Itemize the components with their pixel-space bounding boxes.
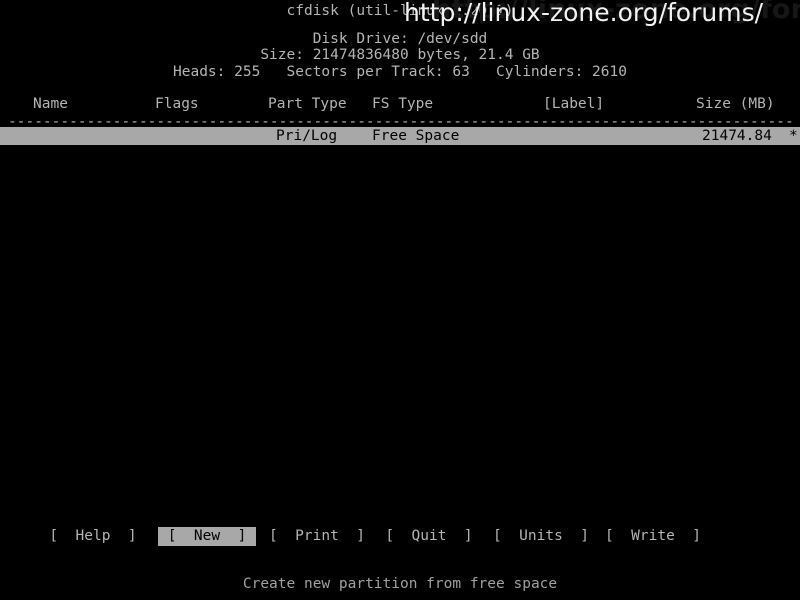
partition-more-marker: * bbox=[789, 128, 798, 144]
button-new[interactable]: [ New ] bbox=[158, 527, 256, 546]
partition-cell-size-mb: 21474.84 bbox=[702, 128, 772, 144]
button-label: Quit bbox=[411, 528, 447, 544]
status-help-text: Create new partition from free space bbox=[242, 576, 558, 592]
partition-cell-fs-type: Free Space bbox=[372, 128, 460, 144]
bracket-open: [ bbox=[268, 528, 278, 544]
bracket-close: ] bbox=[356, 528, 366, 544]
button-write[interactable]: [ Write ] bbox=[604, 527, 702, 546]
bracket-close: ] bbox=[692, 528, 702, 544]
column-header-name: Name bbox=[33, 96, 68, 112]
cfdisk-terminal-screen: cfdisk (util-linux 2.20.1) Disk Drive: /… bbox=[0, 0, 800, 600]
bracket-open: [ bbox=[167, 528, 177, 544]
disk-size-line: Size: 21474836480 bytes, 21.4 GB bbox=[260, 47, 540, 63]
partition-table-body: Pri/Log Free Space 21474.84 * bbox=[0, 127, 800, 145]
partition-row[interactable]: Pri/Log Free Space 21474.84 * bbox=[0, 127, 800, 145]
button-label: Print bbox=[295, 528, 339, 544]
button-quit[interactable]: [ Quit ] bbox=[380, 527, 478, 546]
bracket-close: ] bbox=[463, 528, 473, 544]
column-header-label: [Label] bbox=[543, 96, 605, 112]
disk-drive-line: Disk Drive: /dev/sdd bbox=[312, 31, 488, 47]
partition-cell-part-type: Pri/Log bbox=[276, 128, 338, 144]
disk-geometry-line: Heads: 255 Sectors per Track: 63 Cylinde… bbox=[173, 64, 627, 80]
command-button-bar: [ Help ][ New ][ Print ][ Quit ][ Units … bbox=[0, 527, 800, 547]
column-header-flags: Flags bbox=[155, 96, 199, 112]
bracket-open: [ bbox=[492, 528, 502, 544]
app-title: cfdisk (util-linux 2.20.1) bbox=[286, 3, 514, 19]
partition-table-header: Name Flags Part Type FS Type [Label] Siz… bbox=[0, 96, 800, 112]
bracket-close: ] bbox=[237, 528, 247, 544]
button-print[interactable]: [ Print ] bbox=[268, 527, 366, 546]
button-help[interactable]: [ Help ] bbox=[44, 527, 142, 546]
button-label: Units bbox=[519, 528, 563, 544]
column-header-size-mb: Size (MB) bbox=[696, 96, 775, 112]
column-header-fs-type: FS Type bbox=[372, 96, 434, 112]
bracket-open: [ bbox=[604, 528, 614, 544]
button-label: New bbox=[193, 528, 221, 544]
column-header-part-type: Part Type bbox=[268, 96, 347, 112]
bracket-close: ] bbox=[127, 528, 137, 544]
button-label: Write bbox=[631, 528, 675, 544]
button-units[interactable]: [ Units ] bbox=[492, 527, 590, 546]
button-label: Help bbox=[75, 528, 111, 544]
bracket-open: [ bbox=[385, 528, 395, 544]
bracket-close: ] bbox=[580, 528, 590, 544]
bracket-open: [ bbox=[49, 528, 59, 544]
